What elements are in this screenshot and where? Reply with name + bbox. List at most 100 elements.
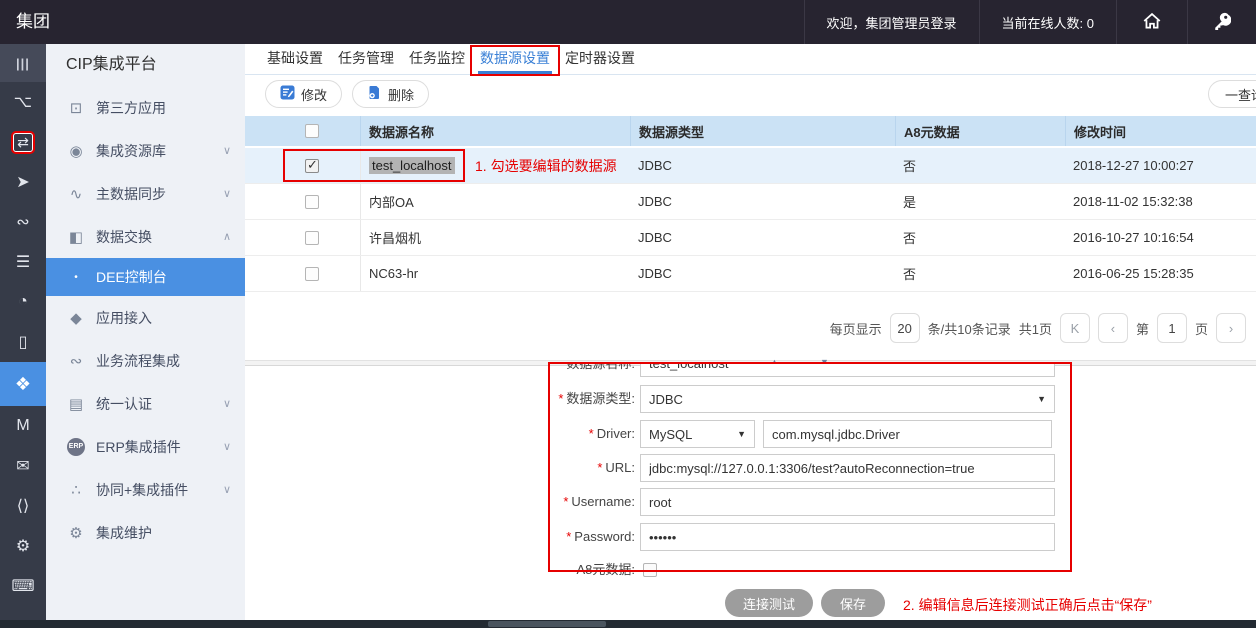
name-label: 数据源名称: <box>485 363 635 378</box>
driver-select[interactable]: MySQL ▼ <box>640 420 755 448</box>
flow-icon: ∾ <box>66 352 86 370</box>
sidebar-item-label: ERP集成插件 <box>96 437 181 457</box>
sidebar-title: CIP集成平台 <box>46 44 245 86</box>
url-input[interactable] <box>640 454 1055 482</box>
sidebar-item-label: 协同+集成插件 <box>96 480 188 500</box>
topbar-right: 欢迎，集团管理员登录 当前在线人数: 0 <box>804 0 1256 44</box>
datasource-type: JDBC <box>638 158 672 173</box>
sidebar-item-dee-console[interactable]: •DEE控制台 <box>46 258 245 296</box>
m-module-icon[interactable]: M <box>0 406 46 446</box>
layers-icon[interactable]: ☰ <box>0 242 46 282</box>
table-row[interactable]: 许昌烟机JDBC否2016-10-27 10:16:54 <box>245 220 1256 256</box>
chart-line-icon: ∿ <box>66 185 86 203</box>
tab-task-management[interactable]: 任务管理 <box>336 44 396 74</box>
datasource-type: JDBC <box>638 194 672 209</box>
page-prefix: 第 <box>1136 319 1149 338</box>
username-label: *Username: <box>485 488 635 516</box>
modified-time: 2018-12-27 10:00:27 <box>1073 158 1194 173</box>
first-page-button[interactable]: K <box>1060 313 1090 343</box>
settings-gear-icon[interactable]: ⚙ <box>0 526 46 566</box>
tab-datasource-settings[interactable]: 数据源设置 <box>478 44 552 74</box>
gear-icon: ⚙ <box>66 524 86 542</box>
row-checkbox[interactable] <box>305 159 319 173</box>
document-icon[interactable]: ▯ <box>0 322 46 362</box>
datasource-name: test_localhost <box>369 157 455 174</box>
flow-link-icon[interactable]: ∾ <box>0 202 46 242</box>
send-icon: ➤ <box>16 172 29 192</box>
delete-button[interactable]: 删除 <box>352 80 429 108</box>
sidebar-item-unified-auth[interactable]: ▤统一认证∨ <box>46 382 245 425</box>
prev-page-button[interactable]: ‹ <box>1098 313 1128 343</box>
workstation-icon[interactable]: ⌨ <box>0 566 46 606</box>
row-checkbox[interactable] <box>305 231 319 245</box>
sidebar-item-app-access[interactable]: ◆应用接入 <box>46 296 245 339</box>
collapse-menu-icon[interactable]: ||| <box>0 44 46 82</box>
modify-label: 修改 <box>301 85 327 104</box>
key-button[interactable] <box>1187 0 1256 44</box>
data-exchange-app-icon: ⇄ <box>13 133 33 152</box>
dashboard-pie-icon[interactable]: ◔ <box>0 282 46 322</box>
type-select[interactable]: JDBC ▼ <box>640 385 1055 413</box>
next-page-button[interactable]: › <box>1216 313 1246 343</box>
table-row[interactable]: 内部OAJDBC是2018-11-02 15:32:38 <box>245 184 1256 220</box>
code-icon[interactable]: ⟨⟩ <box>0 486 46 526</box>
apps-clover-icon[interactable]: ❖ <box>0 362 46 406</box>
dashboard-pie-icon: ◔ <box>18 293 28 311</box>
save-button[interactable]: 保存 <box>821 589 885 617</box>
a8-metadata-value: 否 <box>903 228 916 247</box>
sidebar-item-label: 应用接入 <box>96 308 152 328</box>
sidebar-item-master-data-sync[interactable]: ∿主数据同步∨ <box>46 172 245 215</box>
a8-metadata-checkbox[interactable] <box>643 563 657 577</box>
query-button[interactable]: 一查询 <box>1208 80 1256 108</box>
row-checkbox[interactable] <box>305 267 319 281</box>
tab-timer-settings[interactable]: 定时器设置 <box>563 44 637 74</box>
sidebar-item-erp-plugins[interactable]: ERPERP集成插件∨ <box>46 425 245 468</box>
modified-time: 2016-06-25 15:28:35 <box>1073 266 1194 281</box>
sidebar-item-resource-lib[interactable]: ◉集成资源库∨ <box>46 129 245 172</box>
horizontal-scrollbar[interactable] <box>0 620 1256 628</box>
table-row[interactable]: NC63-hrJDBC否2016-06-25 15:28:35 <box>245 256 1256 292</box>
page-input[interactable]: 1 <box>1157 313 1187 343</box>
col-header-type: 数据源类型 <box>630 116 895 146</box>
select-all-checkbox[interactable] <box>305 124 319 138</box>
connection-test-button[interactable]: 连接测试 <box>725 589 813 617</box>
auth-icon: ▤ <box>66 395 86 413</box>
chevron-up-icon: ∧ <box>223 230 231 243</box>
home-button[interactable] <box>1116 0 1187 44</box>
driver-class-input[interactable] <box>763 420 1052 448</box>
delete-label: 删除 <box>388 85 414 104</box>
chevron-down-icon: ▼ <box>737 429 746 439</box>
sidebar-item-data-exchange[interactable]: ◧数据交换∧ <box>46 215 245 258</box>
tab-basic-settings[interactable]: 基础设置 <box>265 44 325 74</box>
modify-button[interactable]: 修改 <box>265 80 342 108</box>
sidebar-item-third-party[interactable]: ⊡第三方应用 <box>46 86 245 129</box>
tab-task-monitor[interactable]: 任务监控 <box>407 44 467 74</box>
flow-link-icon: ∾ <box>16 212 29 232</box>
row-checkbox[interactable] <box>305 195 319 209</box>
driver-label: *Driver: <box>485 420 635 448</box>
sidebar-item-label: 统一认证 <box>96 394 152 414</box>
per-page-label: 每页显示 <box>830 319 882 338</box>
name-input[interactable] <box>640 363 1055 377</box>
sidebar-item-business-flow[interactable]: ∾ 业务流程集成 <box>46 339 245 382</box>
scrollbar-thumb[interactable] <box>488 621 606 627</box>
sidebar-item-maintenance[interactable]: ⚙集成维护 <box>46 511 245 554</box>
layers-icon: ☰ <box>16 252 30 272</box>
data-exchange-app-icon[interactable]: ⇄ <box>0 122 46 162</box>
sidebar-item-label: DEE控制台 <box>96 267 167 287</box>
table-row[interactable]: test_localhostJDBC否2018-12-27 10:00:271.… <box>245 148 1256 184</box>
type-label: *数据源类型: <box>485 385 635 413</box>
password-input[interactable] <box>640 523 1055 551</box>
username-input[interactable] <box>640 488 1055 516</box>
document-icon: ▯ <box>19 332 28 352</box>
settings-gear-icon: ⚙ <box>16 536 30 556</box>
datasource-type: JDBC <box>638 266 672 281</box>
per-page-input[interactable]: 20 <box>890 313 920 343</box>
chat-icon[interactable]: ✉ <box>0 446 46 486</box>
icon-rail: |||⌥ ⇄ ➤ ∾ ☰ ◔ ▯ ❖M✉⟨⟩ ⚙ ⌨ <box>0 44 46 620</box>
org-structure-icon[interactable]: ⌥ <box>0 82 46 122</box>
col-header-time: 修改时间 <box>1065 116 1256 146</box>
sidebar-item-collab-plugins[interactable]: ∴协同+集成插件∨ <box>46 468 245 511</box>
send-icon[interactable]: ➤ <box>0 162 46 202</box>
sidebar-item-label: 业务流程集成 <box>96 351 180 371</box>
